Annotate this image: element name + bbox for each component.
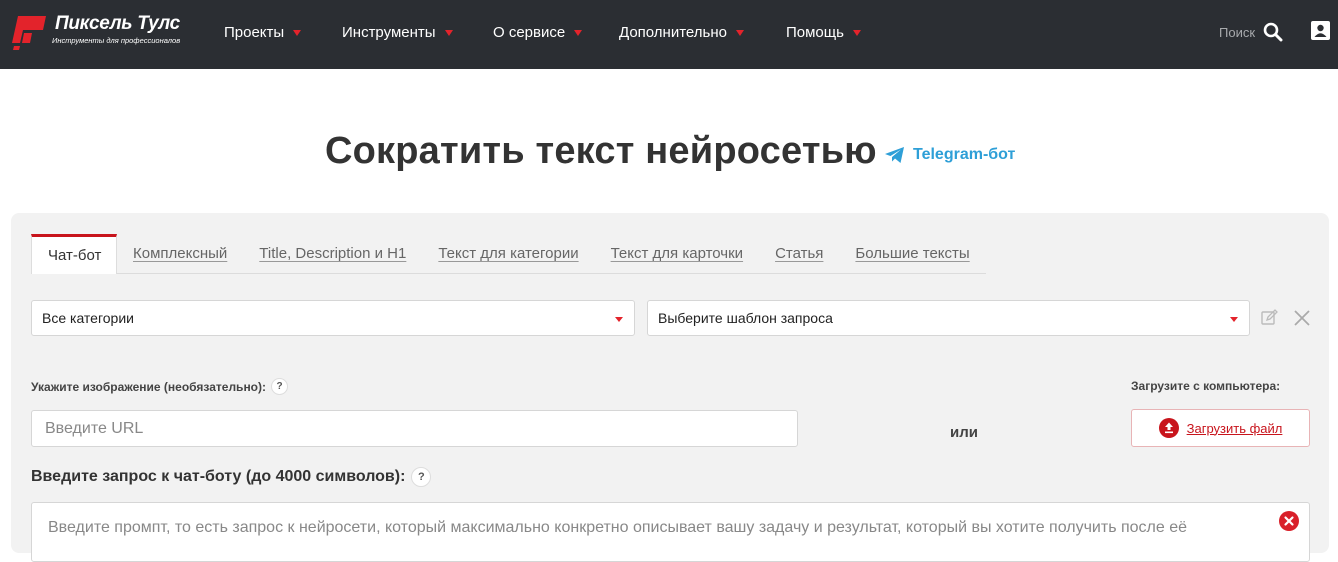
search-label[interactable]: Поиск: [1219, 25, 1255, 40]
tool-tabs: Чат-бот Комплексный Title, Description и…: [31, 234, 986, 274]
telegram-bot-label: Telegram-бот: [913, 146, 1016, 163]
tab-title-description-h1[interactable]: Title, Description и H1: [243, 234, 423, 274]
page-title: Сократить текст нейросетью: [325, 130, 877, 172]
caret-down-icon: [293, 30, 302, 36]
caret-down-icon: [735, 30, 744, 36]
image-label: Укажите изображение (необязательно): ?: [31, 378, 289, 395]
dropdown-arrow-icon: [615, 317, 623, 322]
edit-icon[interactable]: [1261, 309, 1278, 326]
dropdown-arrow-icon: [1230, 317, 1238, 322]
nav-item-label: Проекты: [224, 24, 285, 41]
help-icon[interactable]: ?: [271, 378, 289, 395]
nav-item-label: Дополнительно: [619, 24, 727, 41]
tab-label: Чат-бот: [48, 247, 102, 264]
prompt-textarea[interactable]: [31, 502, 1310, 562]
nav-item-more[interactable]: Дополнительно: [619, 24, 744, 41]
tab-label: Title, Description и H1: [259, 245, 407, 262]
category-select-value: Все категории: [42, 310, 134, 326]
nav-item-tools[interactable]: Инструменты: [342, 24, 453, 41]
top-navigation-bar: Пиксель Тулс Инструменты для профессиона…: [0, 0, 1338, 69]
search-icon[interactable]: [1263, 22, 1283, 42]
tab-card-text[interactable]: Текст для карточки: [594, 234, 760, 274]
caret-down-icon: [852, 30, 861, 36]
prompt-label: Введите запрос к чат-боту (до 4000 симво…: [31, 467, 432, 487]
nav-item-about[interactable]: О сервисе: [493, 24, 583, 41]
logo-title: Пиксель Тулс: [55, 13, 180, 34]
tab-big-texts[interactable]: Большие тексты: [839, 234, 986, 274]
help-icon[interactable]: ?: [411, 467, 432, 487]
caret-down-icon: [444, 30, 453, 36]
tab-article[interactable]: Статья: [759, 234, 840, 274]
nav-item-help[interactable]: Помощь: [786, 24, 861, 41]
tab-label: Текст для категории: [438, 245, 579, 262]
telegram-icon: [885, 147, 904, 163]
logo[interactable]: Пиксель Тулс Инструменты для профессиона…: [10, 13, 200, 53]
tab-label: Большие тексты: [855, 245, 970, 262]
tab-category-text[interactable]: Текст для категории: [422, 234, 595, 274]
tab-label: Комплексный: [133, 245, 228, 262]
upload-icon: [1158, 418, 1179, 438]
upload-file-label: Загрузить файл: [1186, 420, 1283, 436]
tab-label: Статья: [775, 245, 824, 262]
tab-label: Текст для карточки: [610, 245, 744, 262]
tab-complex[interactable]: Комплексный: [117, 234, 244, 274]
image-label-text: Укажите изображение (необязательно):: [31, 379, 267, 394]
nav-item-projects[interactable]: Проекты: [224, 24, 302, 41]
prompt-label-text: Введите запрос к чат-боту (до 4000 симво…: [31, 468, 406, 485]
caret-down-icon: [574, 30, 583, 36]
image-url-input[interactable]: [31, 410, 798, 447]
tab-chat-bot[interactable]: Чат-бот: [31, 234, 117, 274]
template-select[interactable]: Выберите шаблон запроса: [647, 300, 1250, 336]
nav-item-label: О сервисе: [493, 24, 566, 41]
close-icon[interactable]: [1294, 310, 1310, 326]
nav-item-label: Инструменты: [342, 24, 436, 41]
nav-item-label: Помощь: [786, 24, 844, 41]
logo-mark-icon: [12, 16, 46, 50]
template-select-value: Выберите шаблон запроса: [658, 310, 833, 326]
clear-icon[interactable]: [1279, 511, 1299, 531]
logo-subtitle: Инструменты для профессионалов: [52, 36, 181, 45]
upload-label: Загрузите с компьютера:: [1131, 379, 1281, 393]
upload-file-button[interactable]: Загрузить файл: [1131, 409, 1310, 447]
or-separator: или: [950, 424, 978, 441]
telegram-bot-link[interactable]: Telegram-бот: [884, 146, 1015, 164]
category-select[interactable]: Все категории: [31, 300, 635, 336]
user-account-icon[interactable]: [1311, 21, 1330, 40]
